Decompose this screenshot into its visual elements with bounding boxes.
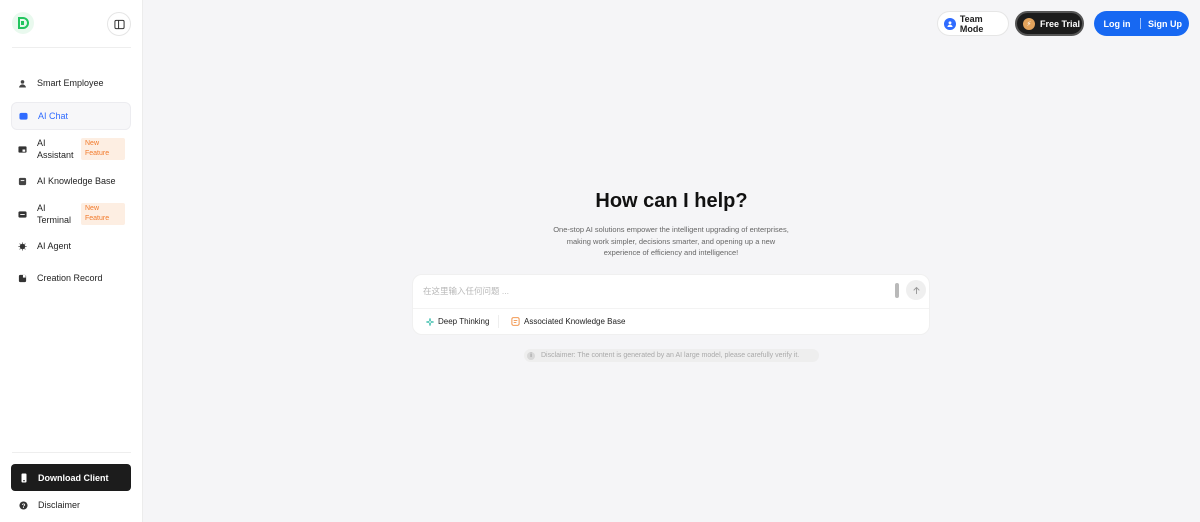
- page-title: How can I help?: [595, 190, 748, 212]
- deep-thinking-label: Deep Thinking: [438, 317, 490, 326]
- sidebar-item-ai-assistant[interactable]: AI Assistant New Feature: [11, 136, 131, 162]
- sidebar-item-ai-terminal[interactable]: AI Terminal New Feature: [11, 201, 131, 227]
- send-button[interactable]: [906, 280, 926, 300]
- arrow-up-icon: [912, 286, 920, 294]
- agent-icon: [18, 241, 27, 251]
- terminal-icon: [18, 210, 27, 219]
- book-icon: [18, 177, 27, 186]
- download-client-button[interactable]: Download Client: [11, 464, 131, 491]
- knowledge-base-toggle[interactable]: Associated Knowledge Base: [511, 317, 625, 326]
- deep-thinking-toggle[interactable]: Deep Thinking: [425, 317, 489, 326]
- sidebar-divider: [12, 452, 131, 453]
- sparkle-icon: [425, 317, 434, 326]
- sidebar-item-label: AI Terminal: [37, 203, 72, 225]
- input-scrollbar[interactable]: [895, 283, 899, 298]
- chat-input[interactable]: 在这里输入任何问题 ...: [423, 285, 883, 297]
- phone-icon: [19, 473, 29, 483]
- sidebar-item-label: AI Assistant: [37, 138, 74, 160]
- info-icon: i: [527, 351, 535, 360]
- auth-button-group: Log in Sign Up: [1094, 11, 1189, 36]
- sidebar-item-label: AI Knowledge Base: [37, 176, 116, 186]
- question-icon: ?: [19, 500, 28, 510]
- sidebar-item-label: AI Chat: [38, 111, 69, 121]
- svg-text:?: ?: [22, 502, 26, 509]
- sidebar: Smart Employee AI Chat AI Assistant New …: [0, 0, 143, 522]
- ai-disclaimer-notice: i Disclaimer: The content is generated b…: [524, 349, 819, 362]
- free-trial-label: Free Trial: [1040, 18, 1081, 29]
- sidebar-divider: [12, 47, 131, 48]
- logo-icon[interactable]: [12, 12, 34, 34]
- option-separator: [498, 315, 499, 328]
- new-feature-badge: New Feature: [81, 203, 125, 225]
- free-trial-button[interactable]: ⚡ Free Trial: [1015, 11, 1084, 36]
- new-feature-badge: New Feature: [81, 138, 125, 160]
- login-button[interactable]: Log in: [1094, 19, 1140, 29]
- composer-divider: [413, 308, 929, 309]
- signup-button[interactable]: Sign Up: [1141, 19, 1189, 29]
- team-icon: [944, 17, 956, 30]
- ai-disclaimer-text: Disclaimer: The content is generated by …: [541, 352, 800, 359]
- sidebar-item-creation-record[interactable]: Creation Record: [11, 269, 131, 287]
- coin-icon: ⚡: [1023, 17, 1035, 30]
- assistant-icon: [18, 145, 27, 154]
- knowledge-base-label: Associated Knowledge Base: [524, 317, 626, 326]
- chat-composer: 在这里输入任何问题 ... Deep Thinking Associated K…: [412, 274, 930, 335]
- sidebar-item-ai-chat[interactable]: AI Chat: [11, 102, 131, 130]
- page-subtitle: One-stop AI solutions empower the intell…: [553, 225, 789, 257]
- sidebar-item-label: Creation Record: [37, 273, 103, 283]
- sidebar-item-ai-agent[interactable]: AI Agent: [11, 237, 131, 255]
- person-icon: [18, 79, 27, 88]
- disclaimer-label: Disclaimer: [38, 500, 81, 510]
- record-icon: [18, 274, 27, 283]
- team-mode-button[interactable]: Team Mode: [937, 11, 1009, 36]
- chat-icon: [19, 112, 28, 121]
- sidebar-item-smart-employee[interactable]: Smart Employee: [11, 74, 131, 92]
- knowledge-icon: [511, 317, 520, 326]
- sidebar-collapse-button[interactable]: [107, 12, 131, 36]
- team-mode-label: Team Mode: [959, 13, 984, 34]
- sidebar-item-label: AI Agent: [37, 241, 72, 251]
- sidebar-item-label: Smart Employee: [37, 78, 104, 88]
- panel-toggle-icon: [113, 19, 125, 29]
- sidebar-item-disclaimer[interactable]: ? Disclaimer: [11, 500, 131, 510]
- sidebar-item-ai-knowledge-base[interactable]: AI Knowledge Base: [11, 172, 131, 190]
- download-client-label: Download Client: [38, 472, 109, 483]
